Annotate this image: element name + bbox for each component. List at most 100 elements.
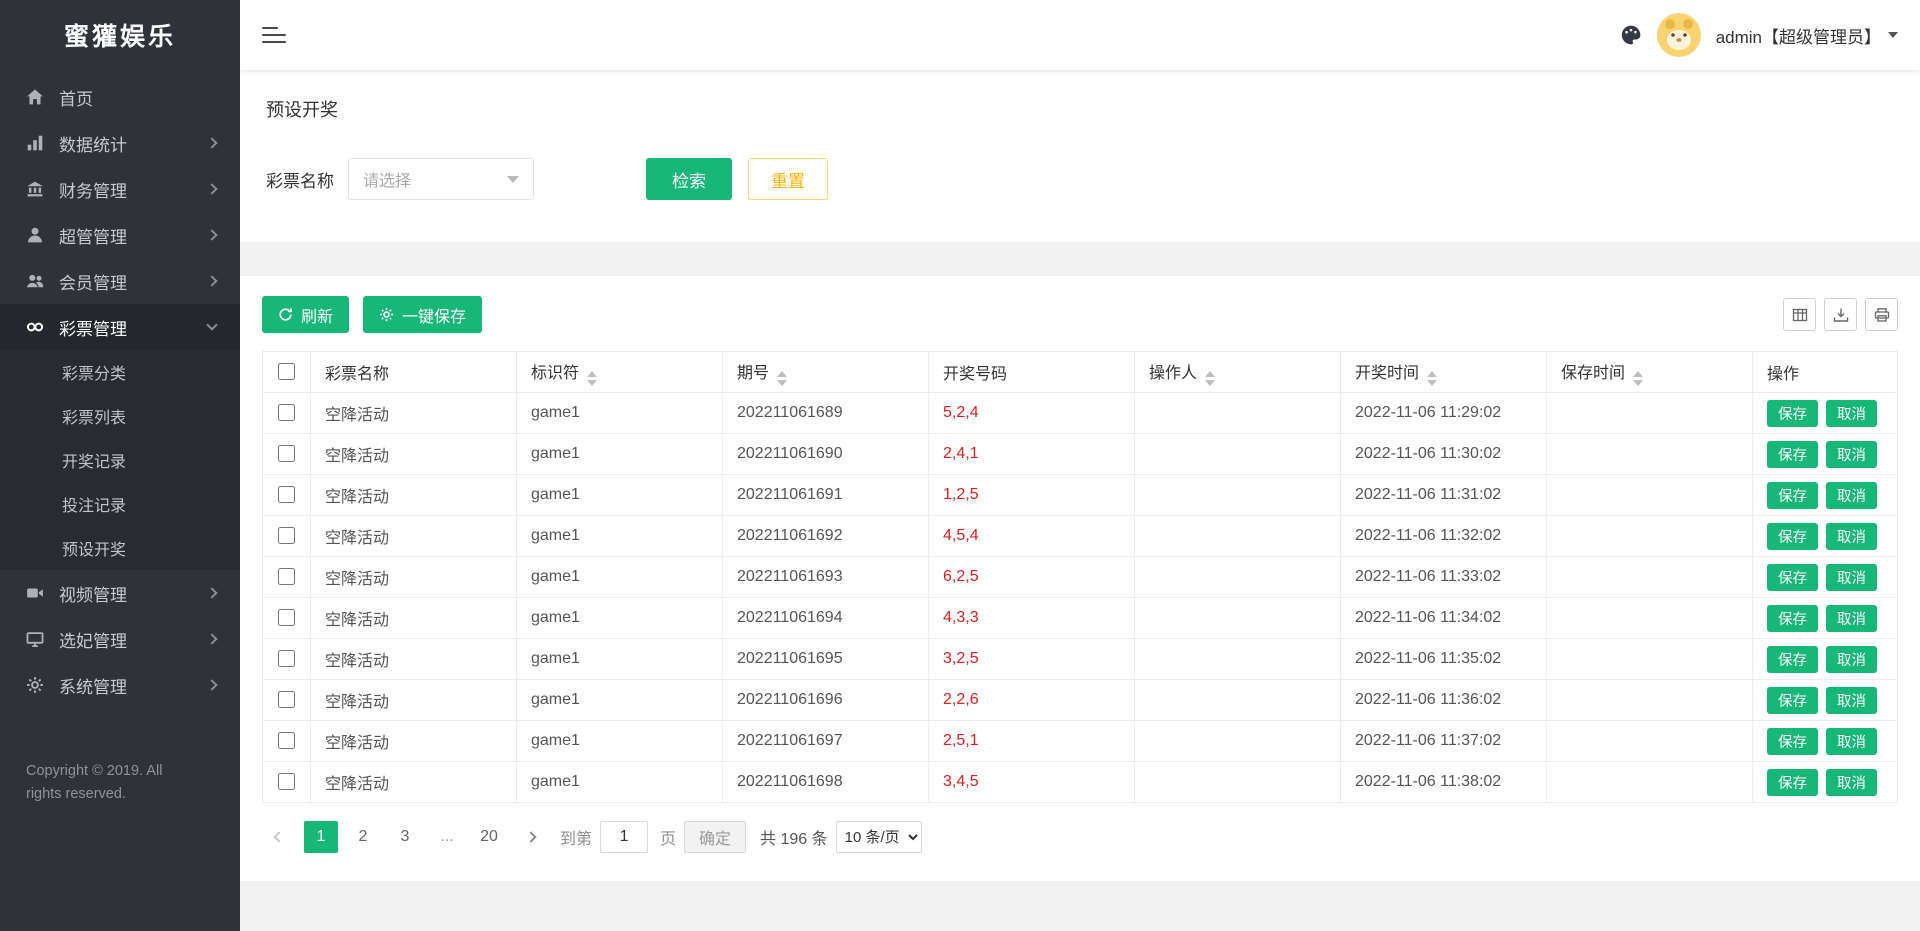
sidebar-item-concubine[interactable]: 选妃管理 bbox=[0, 616, 240, 662]
main-scroll[interactable]: 预设开奖 彩票名称 请选择 检索 重置 刷新 一键保存 彩票名称 标识符 期号 … bbox=[240, 70, 1920, 931]
refresh-button[interactable]: 刷新 bbox=[262, 296, 350, 333]
sort-icon[interactable] bbox=[1633, 370, 1644, 386]
table-row: 空降活动 game1 202211061693 6,2,5 2022-11-06… bbox=[262, 556, 1898, 598]
save-button[interactable]: 保存 bbox=[1767, 686, 1818, 714]
column-label: 保存时间 bbox=[1561, 364, 1626, 382]
col-save-time: 保存时间 bbox=[1546, 351, 1753, 393]
row-checkbox[interactable] bbox=[278, 650, 295, 668]
save-button[interactable]: 保存 bbox=[1767, 645, 1818, 673]
row-checkbox[interactable] bbox=[278, 773, 295, 791]
columns-icon[interactable] bbox=[1783, 298, 1816, 331]
save-button[interactable]: 保存 bbox=[1767, 399, 1818, 427]
save-button[interactable]: 保存 bbox=[1767, 440, 1818, 468]
cancel-button[interactable]: 取消 bbox=[1826, 563, 1877, 591]
save-button[interactable]: 保存 bbox=[1767, 604, 1818, 632]
goto-page-input[interactable] bbox=[600, 821, 649, 853]
page-size-select[interactable]: 10 条/页 bbox=[835, 821, 922, 853]
lottery-rings-icon bbox=[24, 317, 46, 337]
sort-icon[interactable] bbox=[777, 370, 788, 386]
cancel-button[interactable]: 取消 bbox=[1826, 522, 1877, 550]
sidebar-subitem-preset-draw[interactable]: 预设开奖 bbox=[0, 526, 240, 570]
cancel-button[interactable]: 取消 bbox=[1826, 727, 1877, 755]
cell-draw-numbers: 6,2,5 bbox=[928, 556, 1135, 598]
col-identifier: 标识符 bbox=[516, 351, 723, 393]
cell-operator bbox=[1134, 515, 1341, 557]
page-unit-label: 页 bbox=[660, 831, 677, 848]
sidebar-subitem-draw-records[interactable]: 开奖记录 bbox=[0, 438, 240, 482]
select-all-checkbox[interactable] bbox=[278, 363, 295, 381]
select-placeholder: 请选择 bbox=[363, 173, 412, 190]
user-menu[interactable]: admin【超级管理员】 bbox=[1716, 23, 1898, 48]
sidebar-item-home[interactable]: 首页 bbox=[0, 74, 240, 120]
sort-icon[interactable] bbox=[1427, 370, 1438, 386]
export-icon[interactable] bbox=[1824, 298, 1857, 331]
page-button[interactable]: 1 bbox=[304, 821, 338, 853]
sidebar-item-finance[interactable]: 财务管理 bbox=[0, 166, 240, 212]
reset-button[interactable]: 重置 bbox=[748, 158, 828, 200]
save-button[interactable]: 保存 bbox=[1767, 563, 1818, 591]
cancel-button[interactable]: 取消 bbox=[1826, 440, 1877, 468]
col-lottery-name: 彩票名称 bbox=[310, 351, 517, 393]
users-icon bbox=[24, 271, 46, 291]
avatar[interactable] bbox=[1656, 13, 1701, 57]
save-all-button[interactable]: 一键保存 bbox=[363, 296, 483, 333]
save-button[interactable]: 保存 bbox=[1767, 727, 1818, 755]
row-checkbox[interactable] bbox=[278, 568, 295, 586]
page-button[interactable]: 20 bbox=[472, 821, 506, 853]
user-name-label: admin【超级管理员】 bbox=[1715, 27, 1881, 47]
cell-lottery-name: 空降活动 bbox=[310, 392, 517, 434]
sidebar-subitem-bet-records[interactable]: 投注记录 bbox=[0, 482, 240, 526]
sidebar-item-label: 彩票管理 bbox=[59, 319, 127, 339]
page-button[interactable]: 3 bbox=[388, 821, 422, 853]
row-checkbox[interactable] bbox=[278, 445, 295, 463]
cell-identifier: game1 bbox=[516, 433, 723, 475]
sidebar-item-stats[interactable]: 数据统计 bbox=[0, 120, 240, 166]
column-label: 彩票名称 bbox=[325, 366, 390, 383]
row-checkbox[interactable] bbox=[278, 691, 295, 709]
cell-operator bbox=[1134, 597, 1341, 639]
next-page-button[interactable] bbox=[514, 821, 548, 853]
sidebar-subitem-lottery-category[interactable]: 彩票分类 bbox=[0, 350, 240, 394]
cancel-button[interactable]: 取消 bbox=[1826, 399, 1877, 427]
cancel-button[interactable]: 取消 bbox=[1826, 645, 1877, 673]
search-button[interactable]: 检索 bbox=[646, 158, 732, 200]
cancel-button[interactable]: 取消 bbox=[1826, 604, 1877, 632]
lottery-submenu: 彩票分类 彩票列表 开奖记录 投注记录 预设开奖 bbox=[0, 350, 240, 570]
confirm-button[interactable]: 确定 bbox=[684, 821, 747, 853]
cell-identifier: game1 bbox=[516, 515, 723, 557]
filter-label: 彩票名称 bbox=[266, 171, 334, 191]
cancel-button[interactable]: 取消 bbox=[1826, 481, 1877, 509]
sidebar-toggle-icon[interactable] bbox=[262, 22, 286, 48]
print-icon[interactable] bbox=[1865, 298, 1898, 331]
cell-identifier: game1 bbox=[516, 597, 723, 639]
sidebar-item-members[interactable]: 会员管理 bbox=[0, 258, 240, 304]
row-checkbox[interactable] bbox=[278, 732, 295, 750]
row-checkbox[interactable] bbox=[278, 527, 295, 545]
col-operator: 操作人 bbox=[1134, 351, 1341, 393]
sidebar-subitem-lottery-list[interactable]: 彩票列表 bbox=[0, 394, 240, 438]
save-button[interactable]: 保存 bbox=[1767, 768, 1818, 796]
cell-lottery-name: 空降活动 bbox=[310, 638, 517, 680]
theme-palette-icon[interactable] bbox=[1620, 24, 1642, 46]
sidebar-item-system[interactable]: 系统管理 bbox=[0, 662, 240, 708]
cancel-button[interactable]: 取消 bbox=[1826, 768, 1877, 796]
cell-draw-time: 2022-11-06 11:36:02 bbox=[1340, 679, 1547, 721]
lottery-name-select[interactable]: 请选择 bbox=[348, 158, 534, 200]
row-checkbox[interactable] bbox=[278, 486, 295, 504]
sidebar-item-superadmin[interactable]: 超管管理 bbox=[0, 212, 240, 258]
sidebar-item-video[interactable]: 视频管理 bbox=[0, 570, 240, 616]
sidebar-item-lottery[interactable]: 彩票管理 bbox=[0, 304, 240, 350]
row-checkbox[interactable] bbox=[278, 404, 295, 422]
cell-identifier: game1 bbox=[516, 556, 723, 598]
cell-issue: 202211061692 bbox=[722, 515, 929, 557]
cell-issue: 202211061697 bbox=[722, 720, 929, 762]
cell-save-time bbox=[1546, 556, 1753, 598]
sort-icon[interactable] bbox=[587, 370, 598, 386]
row-checkbox[interactable] bbox=[278, 609, 295, 627]
cancel-button[interactable]: 取消 bbox=[1826, 686, 1877, 714]
page-button[interactable]: 2 bbox=[346, 821, 380, 853]
save-button[interactable]: 保存 bbox=[1767, 481, 1818, 509]
sort-icon[interactable] bbox=[1205, 370, 1216, 386]
save-button[interactable]: 保存 bbox=[1767, 522, 1818, 550]
prev-page-button[interactable] bbox=[262, 821, 296, 853]
